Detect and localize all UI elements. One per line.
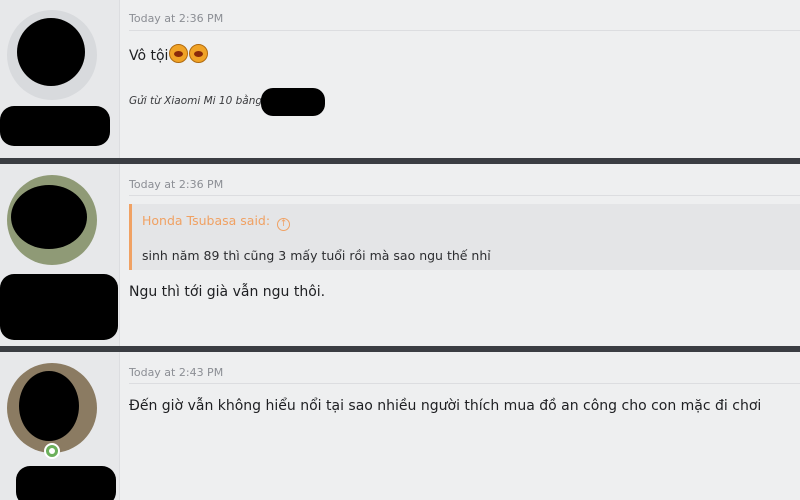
post-user-column	[0, 352, 120, 500]
avatar[interactable]	[7, 175, 97, 265]
post-user-column	[0, 0, 120, 158]
username-redacted[interactable]	[0, 106, 110, 146]
thread: Today at 2:36 PM Vô tội Gửi từ Xiaomi Mi…	[0, 0, 800, 500]
post-content: Today at 2:36 PM Honda Tsubasa said: ↑ si…	[120, 164, 800, 346]
post-content: Today at 2:43 PM Đến giờ vẫn không hiểu …	[120, 352, 800, 500]
divider	[129, 195, 800, 196]
username-redacted[interactable]	[16, 466, 116, 500]
laughing-emoji-icon	[169, 44, 189, 63]
username-redacted[interactable]	[0, 274, 118, 340]
post-content: Today at 2:36 PM Vô tội Gửi từ Xiaomi Mi…	[120, 0, 800, 158]
post-3: Today at 2:43 PM Đến giờ vẫn không hiểu …	[0, 352, 800, 500]
post-message-text: Vô tội	[129, 48, 169, 64]
post-1: Today at 2:36 PM Vô tội Gửi từ Xiaomi Mi…	[0, 0, 800, 158]
signature-redacted	[261, 88, 325, 116]
avatar[interactable]	[7, 10, 97, 100]
post-message: Đến giờ vẫn không hiểu nổi tại sao nhiều…	[129, 398, 762, 414]
post-timestamp[interactable]: Today at 2:36 PM	[129, 12, 223, 25]
post-user-column	[0, 164, 120, 346]
quote-text: sinh năm 89 thì cũng 3 mấy tuổi rồi mà s…	[142, 248, 491, 263]
online-status-icon	[44, 443, 60, 459]
post-signature: Gửi từ Xiaomi Mi 10 bằng	[129, 95, 263, 107]
post-message: Ngu thì tới già vẫn ngu thôi.	[129, 284, 326, 300]
divider	[129, 383, 800, 384]
arrow-up-icon[interactable]: ↑	[277, 218, 291, 231]
avatar[interactable]	[7, 363, 97, 453]
post-2: Today at 2:36 PM Honda Tsubasa said: ↑ si…	[0, 164, 800, 346]
post-timestamp[interactable]: Today at 2:36 PM	[129, 178, 223, 191]
quote-header[interactable]: Honda Tsubasa said: ↑	[142, 213, 291, 231]
quote-author[interactable]: Honda Tsubasa said:	[142, 213, 270, 228]
laughing-emoji-icon	[189, 44, 209, 63]
post-message: Vô tội	[129, 44, 209, 64]
post-timestamp[interactable]: Today at 2:43 PM	[129, 366, 223, 379]
quote-block: Honda Tsubasa said: ↑ sinh năm 89 thì cũn…	[129, 204, 800, 270]
divider	[129, 30, 800, 31]
